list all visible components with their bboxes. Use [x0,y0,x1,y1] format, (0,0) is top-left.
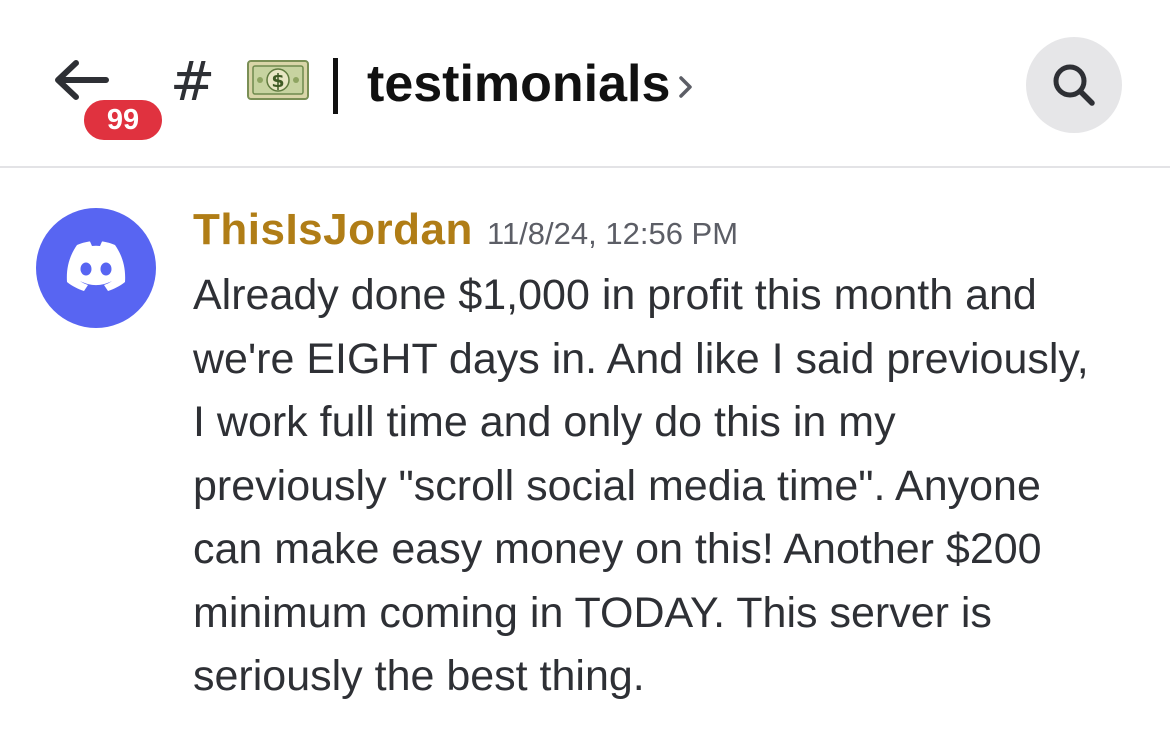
channel-header: 99 # $ testimonials [0,0,1170,168]
svg-text:$: $ [271,70,284,92]
message-timestamp: 11/8/24, 12:56 PM [487,216,739,251]
message-line: I work full time and only do this in my [193,398,896,446]
message-line: we're EIGHT days in. And like I said pre… [193,334,1089,383]
message-body: Already done $1,000 in profit this month… [193,264,1143,709]
search-button[interactable] [1026,37,1122,133]
avatar[interactable] [36,208,156,328]
search-icon [1053,64,1095,106]
message-line: seriously the best thing. [193,652,645,700]
message-author[interactable]: ThisIsJordan [193,200,473,260]
money-bag-dollar-icon: $ [247,60,309,100]
message-line: minimum coming in TODAY. This server is [193,588,992,637]
unread-badge: 99 [80,96,166,144]
discord-logo-icon [66,241,126,291]
title-divider [333,58,338,114]
message-line: Already done $1,000 in profit this month… [193,271,1037,319]
message-line: can make easy money on this! Another $20… [193,525,1042,573]
chevron-right-icon[interactable] [676,72,696,102]
hash-icon: # [170,50,216,113]
message: ThisIsJordan 11/8/24, 12:56 PM Already d… [0,170,1170,739]
message-line: previously "scroll social media time". A… [193,461,1041,510]
channel-name[interactable]: testimonials [367,52,670,116]
